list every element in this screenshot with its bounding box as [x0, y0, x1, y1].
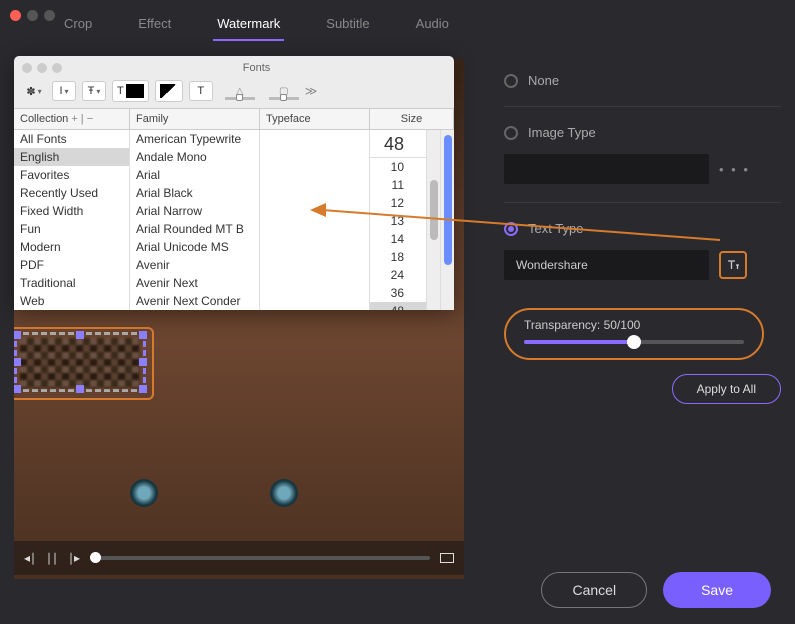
radio-image-type[interactable]: [504, 126, 518, 140]
list-item[interactable]: Avenir Next: [130, 274, 259, 292]
list-item[interactable]: Arial: [130, 166, 259, 184]
popup-max-dot[interactable]: [52, 63, 62, 73]
col-collection[interactable]: Collection + | −: [14, 109, 130, 129]
list-item[interactable]: 24: [370, 266, 426, 284]
list-item[interactable]: 12: [370, 194, 426, 212]
list-item[interactable]: Arial Rounded MT B: [130, 220, 259, 238]
list-item[interactable]: 48: [370, 302, 426, 310]
next-frame-button[interactable]: ∣▸: [68, 551, 80, 565]
fullscreen-button[interactable]: [440, 553, 454, 563]
tab-subtitle[interactable]: Subtitle: [322, 10, 373, 41]
tab-watermark[interactable]: Watermark: [213, 10, 284, 41]
text-tool-button[interactable]: T: [189, 81, 213, 101]
watermark-bounding-box[interactable]: [14, 332, 146, 392]
transparency-highlight: Transparency: 50/100: [504, 308, 764, 360]
sizes-list[interactable]: 101112131418243648: [370, 158, 426, 310]
mini-slider-1[interactable]: [225, 97, 255, 100]
list-item[interactable]: Favorites: [14, 166, 129, 184]
list-item[interactable]: 36: [370, 284, 426, 302]
list-item[interactable]: Arial Black: [130, 184, 259, 202]
fonts-toolbar: ✽ ▾ I ▾ Ŧ ▾ T T △ ▢ ≫: [14, 76, 454, 109]
list-item[interactable]: PDF: [14, 256, 129, 274]
radio-text-type[interactable]: [504, 222, 518, 236]
col-size[interactable]: Size: [370, 109, 454, 129]
tab-crop[interactable]: Crop: [60, 10, 96, 41]
list-item[interactable]: Modern: [14, 238, 129, 256]
list-item[interactable]: Traditional: [14, 274, 129, 292]
size-scrollbar-2[interactable]: [440, 130, 454, 310]
cancel-button[interactable]: Cancel: [541, 572, 647, 608]
toolbar-overflow[interactable]: ≫: [305, 84, 318, 98]
radio-none-label: None: [528, 73, 559, 88]
tab-effect[interactable]: Effect: [134, 10, 175, 41]
apply-to-all-button[interactable]: Apply to All: [672, 374, 781, 404]
families-list[interactable]: American TypewriteAndale MonoArialArial …: [130, 130, 260, 310]
list-item[interactable]: Arial Unicode MS: [130, 238, 259, 256]
watermark-panel: None Image Type • • • Text Type Transpar…: [464, 59, 781, 579]
radio-none[interactable]: [504, 74, 518, 88]
list-item[interactable]: American Typewrite: [130, 130, 259, 148]
image-browse-button[interactable]: • • •: [719, 162, 750, 177]
radio-image-label: Image Type: [528, 125, 596, 140]
watermark-preview: [20, 338, 140, 388]
list-item[interactable]: English: [14, 148, 129, 166]
transparency-label: Transparency: 50/100: [524, 318, 744, 332]
list-item[interactable]: 11: [370, 176, 426, 194]
text-format-button[interactable]: [719, 251, 747, 279]
editor-tabs: Crop Effect Watermark Subtitle Audio: [0, 0, 795, 41]
window-dot: [44, 10, 55, 21]
collections-list[interactable]: All FontsEnglishFavoritesRecently UsedFi…: [14, 130, 130, 310]
list-item[interactable]: 13: [370, 212, 426, 230]
list-item[interactable]: All Fonts: [14, 130, 129, 148]
fonts-gear-menu[interactable]: ✽ ▾: [22, 82, 46, 101]
list-item[interactable]: 10: [370, 158, 426, 176]
prev-frame-button[interactable]: ◂∣: [24, 551, 36, 565]
list-item[interactable]: Recently Used: [14, 184, 129, 202]
transparency-slider[interactable]: [524, 340, 744, 344]
fonts-title: Fonts: [67, 60, 446, 76]
list-item[interactable]: 18: [370, 248, 426, 266]
save-button[interactable]: Save: [663, 572, 771, 608]
text-color-button[interactable]: T: [112, 80, 149, 102]
list-item[interactable]: Andale Mono: [130, 148, 259, 166]
progress-bar[interactable]: [90, 556, 430, 560]
list-item[interactable]: Arial Narrow: [130, 202, 259, 220]
watermark-text-input[interactable]: [504, 250, 709, 280]
popup-close-dot[interactable]: [22, 63, 32, 73]
mini-slider-2[interactable]: [269, 97, 299, 100]
popup-min-dot[interactable]: [37, 63, 47, 73]
radio-text-label: Text Type: [528, 221, 583, 236]
size-input[interactable]: 48: [370, 130, 426, 158]
list-item[interactable]: 14: [370, 230, 426, 248]
list-item[interactable]: Fun: [14, 220, 129, 238]
list-item[interactable]: Web: [14, 292, 129, 310]
bg-color-button[interactable]: [155, 80, 183, 102]
list-item[interactable]: Fixed Width: [14, 202, 129, 220]
col-family[interactable]: Family: [130, 109, 260, 129]
col-typeface[interactable]: Typeface: [260, 109, 370, 129]
tab-audio[interactable]: Audio: [412, 10, 453, 41]
image-path-input[interactable]: [504, 154, 709, 184]
text-style-menu[interactable]: I ▾: [52, 81, 76, 101]
player-controls: ◂∣ ∣∣ ∣▸: [14, 541, 464, 575]
pause-button[interactable]: ∣∣: [46, 551, 58, 565]
list-item[interactable]: Avenir: [130, 256, 259, 274]
list-item[interactable]: Avenir Next Conder: [130, 292, 259, 310]
window-dot: [27, 10, 38, 21]
close-window-dot[interactable]: [10, 10, 21, 21]
fonts-popup[interactable]: Fonts ✽ ▾ I ▾ Ŧ ▾ T T △ ▢ ≫ Collection +…: [14, 56, 454, 310]
line-style-menu[interactable]: Ŧ ▾: [82, 81, 106, 101]
size-scrollbar-1[interactable]: [426, 130, 440, 310]
typeface-list[interactable]: [260, 130, 370, 310]
